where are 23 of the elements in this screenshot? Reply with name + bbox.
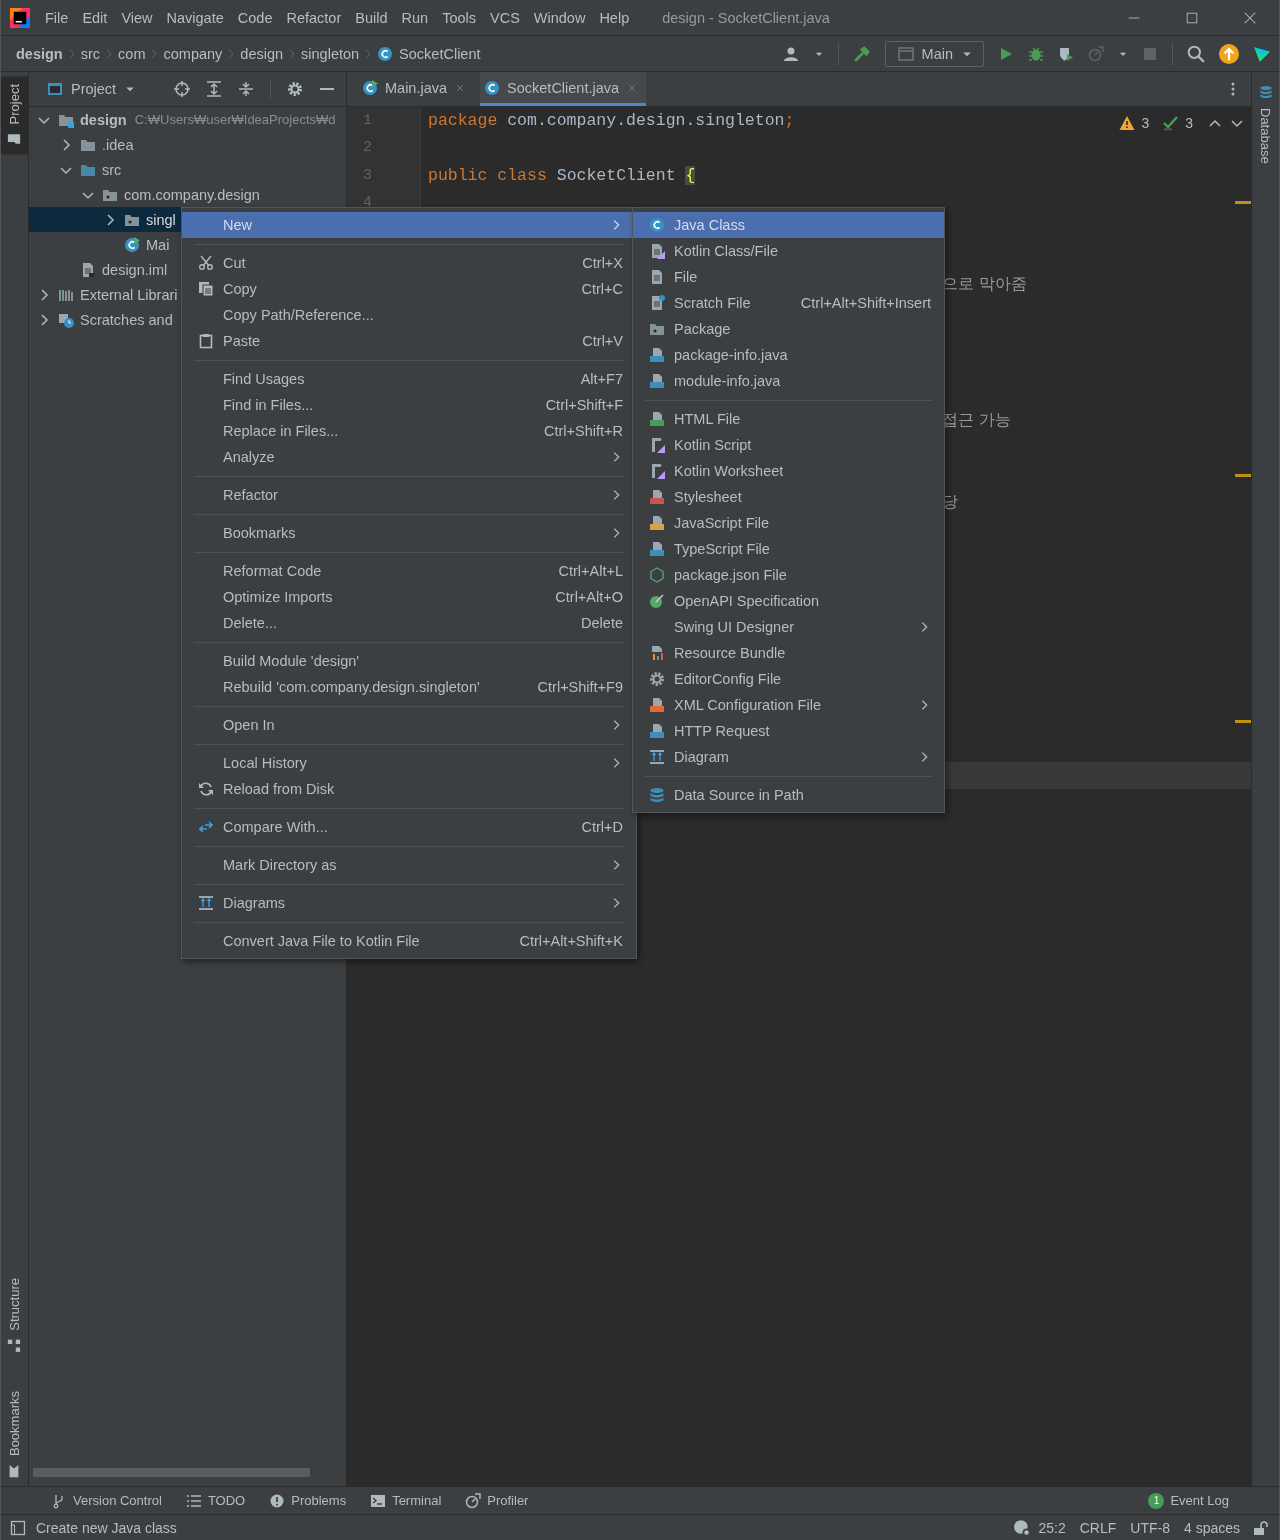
keyboard-shortcut: Delete — [581, 615, 623, 631]
keyboard-shortcut: Ctrl+Alt+O — [555, 589, 623, 605]
weak-warning-count: 3 — [1185, 115, 1193, 131]
keyboard-shortcut: Ctrl+V — [582, 333, 623, 349]
keyboard-shortcut: Ctrl+Shift+F9 — [537, 679, 623, 695]
status-message: Create new Java class — [36, 1519, 177, 1536]
keyboard-shortcut: Ctrl+X — [582, 255, 623, 271]
code-line: public class SocketClient { — [428, 165, 696, 185]
count-badge: 1 — [1148, 1492, 1165, 1509]
keyboard-shortcut: Ctrl+Alt+L — [558, 563, 623, 579]
keyboard-shortcut: Ctrl+Alt+Shift+K — [519, 933, 623, 949]
keyboard-shortcut: Alt+F7 — [580, 371, 623, 387]
keyboard-shortcut: Ctrl+Alt+Shift+Insert — [800, 295, 931, 311]
code-line: package com.company.design.singleton; — [428, 111, 795, 131]
path-label: C:₩Users₩user₩IdeaProjects₩d — [134, 112, 336, 127]
warning-count: 3 — [1141, 115, 1150, 131]
keyboard-shortcut: Ctrl+D — [581, 819, 623, 835]
code-comment: 접근 가능 — [942, 411, 1011, 430]
code-comment: 으로 막아줌 — [942, 274, 1027, 293]
keyboard-shortcut: Ctrl+Shift+F — [545, 397, 623, 413]
window-title: design - SocketClient.java — [662, 9, 830, 26]
keyboard-shortcut: Ctrl+C — [581, 281, 623, 297]
keyboard-shortcut: Ctrl+Shift+R — [544, 423, 623, 439]
